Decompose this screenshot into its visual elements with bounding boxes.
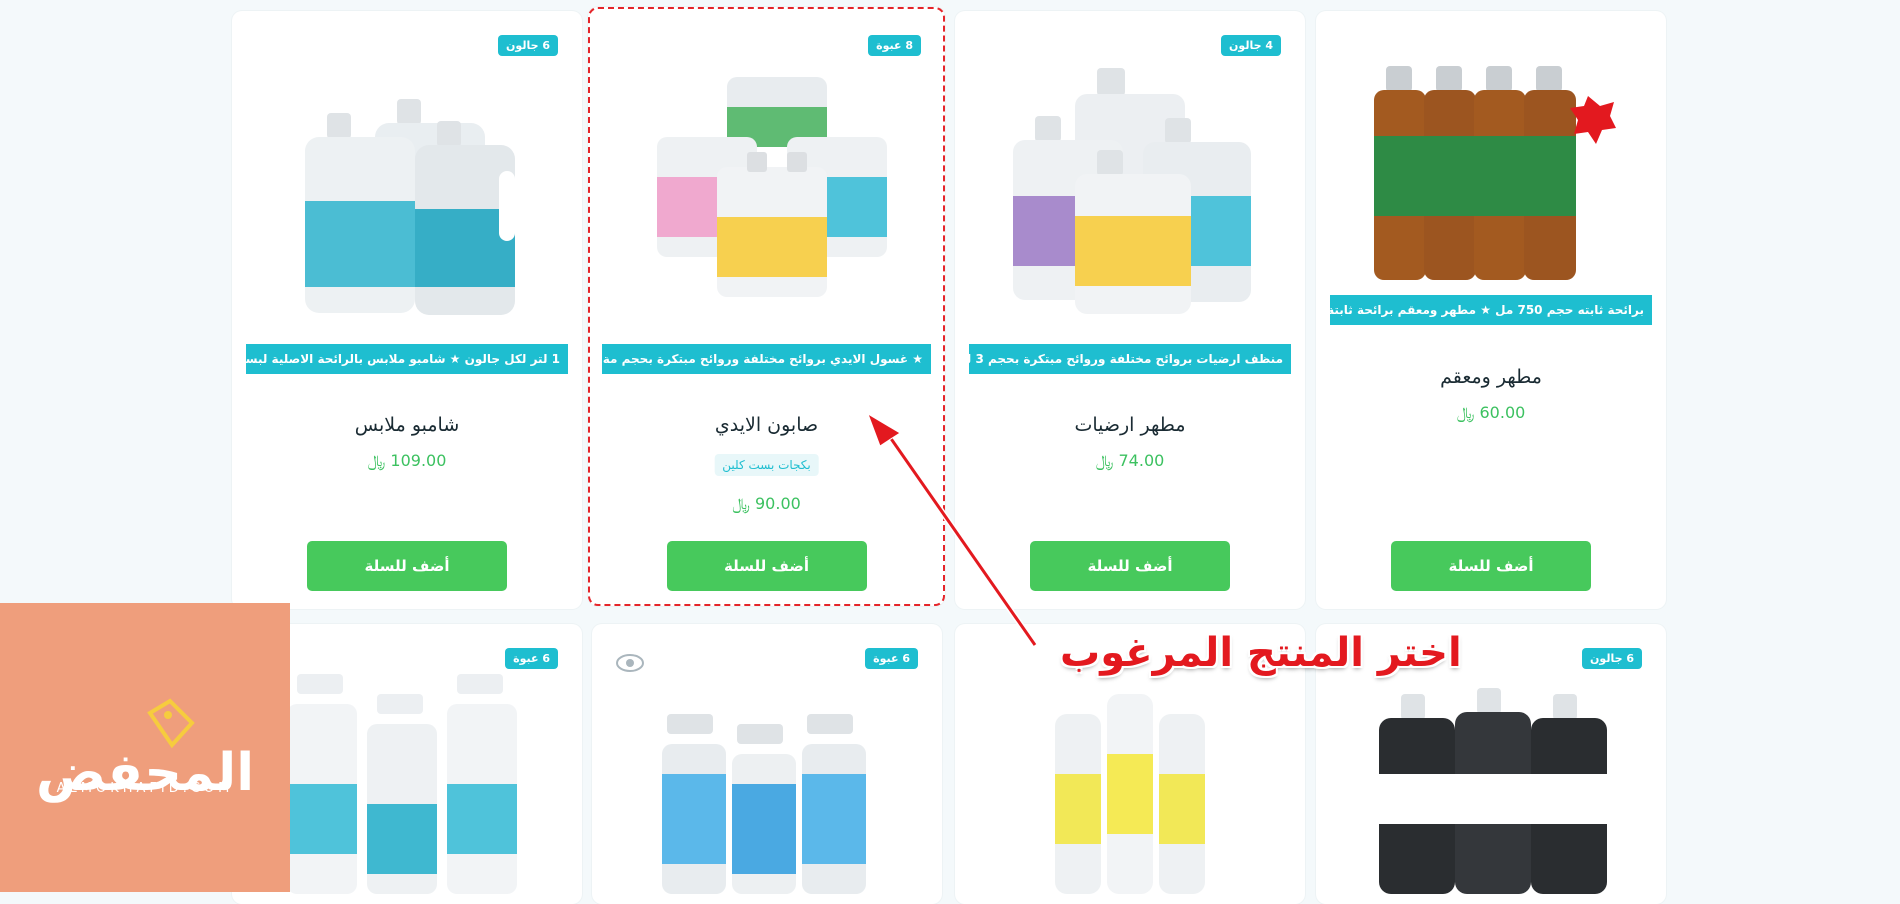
watermark: المحفض ALMOKHAFID.COM: [0, 603, 290, 892]
annotation-label: اختر المنتج المرغوب: [1060, 630, 1462, 676]
watermark-url: ALMOKHAFID.COM: [56, 781, 234, 796]
